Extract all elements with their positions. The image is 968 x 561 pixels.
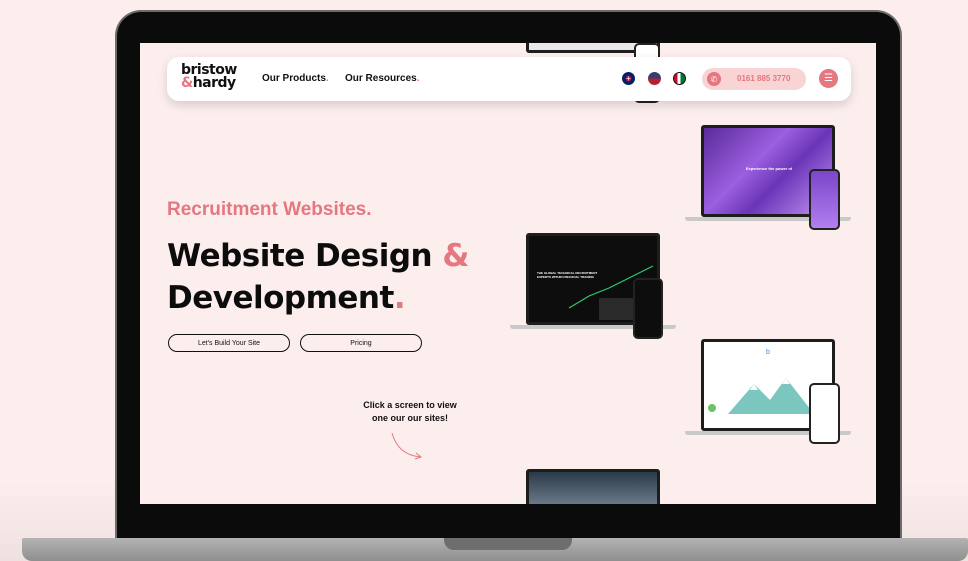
website-screen: Experience the power of THE GLOBAL TECHN… bbox=[140, 43, 876, 504]
uk-flag-icon[interactable]: + bbox=[622, 72, 635, 85]
phone-icon: ✆ bbox=[707, 72, 721, 86]
us-flag-icon[interactable] bbox=[648, 72, 661, 85]
phone-number: 0161 885 3770 bbox=[737, 74, 791, 83]
uae-flag-icon[interactable] bbox=[673, 72, 686, 85]
bristow-hardy-logo[interactable]: bristow &hardy bbox=[181, 63, 237, 90]
svg-text:b: b bbox=[766, 349, 770, 356]
mockup-bottom-site[interactable] bbox=[526, 469, 660, 504]
phone-button[interactable]: ✆ 0161 885 3770 bbox=[702, 68, 806, 90]
click-screen-note: Click a screen to view one our our sites… bbox=[363, 400, 457, 423]
build-site-button[interactable]: Let's Build Your Site bbox=[168, 334, 290, 352]
hero-subtitle: Recruitment Websites. bbox=[167, 199, 372, 220]
mockup-purple-site[interactable]: Experience the power of bbox=[685, 125, 855, 233]
menu-button[interactable]: ☰ bbox=[819, 69, 838, 88]
laptop-notch bbox=[444, 538, 572, 550]
top-navigation: bristow &hardy Our Products. Our Resourc… bbox=[167, 57, 851, 101]
hero-headline: Website Design & Development. bbox=[167, 238, 469, 316]
mockup-dark-site[interactable]: THE GLOBAL TECHNICAL RECRUITMENT EXPERTS… bbox=[510, 233, 676, 343]
curved-arrow-icon bbox=[391, 432, 423, 460]
nav-link-our-resources[interactable]: Our Resources. bbox=[345, 73, 419, 84]
hamburger-icon: ☰ bbox=[824, 73, 833, 84]
mockup-mountain-site[interactable]: b bbox=[685, 339, 855, 445]
nav-link-our-products[interactable]: Our Products. bbox=[262, 73, 329, 84]
purple-site-heading: Experience the power of bbox=[745, 166, 793, 171]
pricing-button[interactable]: Pricing bbox=[300, 334, 422, 352]
